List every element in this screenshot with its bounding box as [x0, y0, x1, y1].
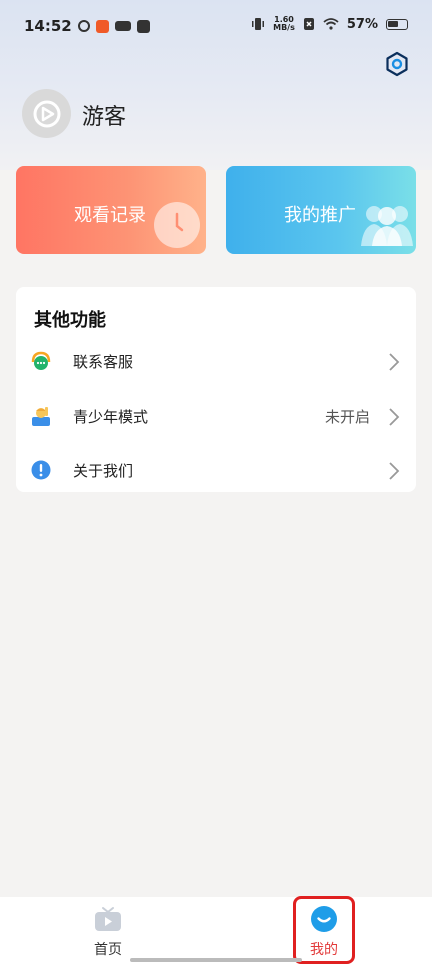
tab-home-label: 首页 [94, 942, 122, 958]
app-notification-icon [95, 19, 109, 33]
battery-percent: 57% [346, 16, 378, 32]
menu-item-label: 联系客服 [73, 353, 134, 371]
chevron-right-icon [389, 353, 400, 371]
vibrate-icon [252, 18, 265, 30]
chevron-right-icon [389, 462, 400, 480]
other-functions-section: 其他功能 联系客服 青少年模式 未开启 关于我们 [16, 287, 416, 492]
menu-item-label: 青少年模式 [73, 408, 149, 426]
headset-icon [31, 351, 51, 370]
message-icon [114, 21, 131, 31]
tab-highlight-box [293, 896, 355, 964]
watch-history-card[interactable]: 观看记录 [16, 166, 206, 254]
status-right: 1.60 MB/s 57% [251, 16, 408, 32]
avatar[interactable] [22, 89, 71, 138]
username[interactable]: 游客 [82, 99, 126, 131]
settings-icon[interactable] [383, 50, 411, 78]
menu-item-customer-service[interactable]: 联系客服 [16, 334, 416, 388]
mail-icon [136, 19, 150, 33]
my-promotion-card[interactable]: 我的推广 [226, 166, 416, 254]
teen-icon [32, 407, 50, 426]
wifi-icon [323, 18, 339, 30]
status-time: 14:52 [24, 17, 72, 35]
menu-item-label: 关于我们 [73, 462, 134, 480]
network-speed: 1.60 MB/s [273, 16, 295, 32]
menu-item-teen-mode[interactable]: 青少年模式 未开启 [16, 389, 416, 443]
battery-icon [386, 18, 408, 30]
bottom-tab-bar: 首页 我的 [0, 897, 432, 964]
teen-mode-status: 未开启 [324, 408, 370, 426]
tab-home[interactable]: 首页 [48, 897, 168, 964]
people-icon [361, 206, 413, 246]
tv-play-icon [95, 907, 121, 931]
section-title: 其他功能 [34, 310, 106, 331]
network-speed-unit: MB/s [273, 23, 295, 32]
watch-history-label: 观看记录 [74, 205, 146, 226]
chevron-right-icon [389, 408, 400, 426]
info-icon [31, 460, 51, 480]
logo-icon [33, 100, 60, 127]
home-indicator[interactable] [130, 958, 302, 962]
menu-item-about-us[interactable]: 关于我们 [16, 443, 416, 497]
my-promotion-label: 我的推广 [284, 205, 356, 226]
clock-icon [154, 202, 200, 248]
notification-icon [77, 20, 90, 32]
no-sim-icon [303, 18, 314, 30]
